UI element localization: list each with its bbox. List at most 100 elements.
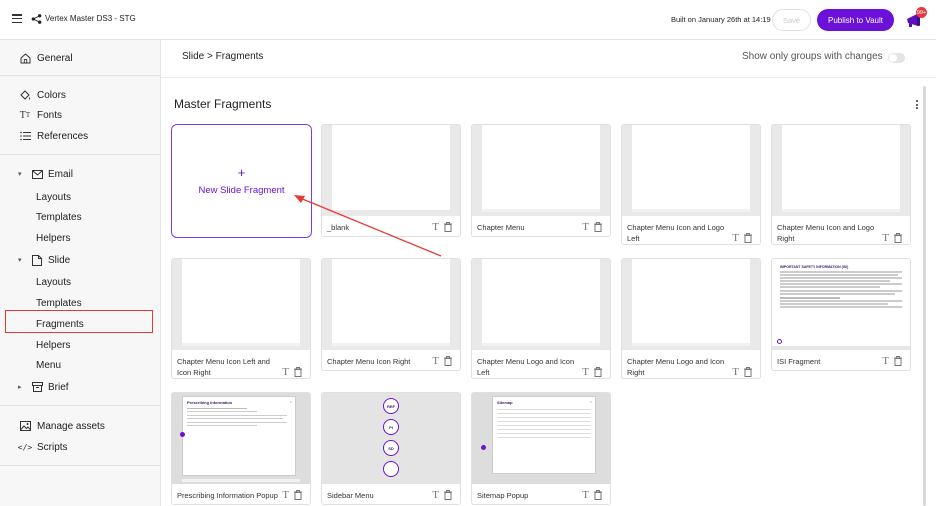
text-t-icon[interactable]: T — [432, 221, 439, 233]
list-icon — [18, 131, 32, 141]
sidebar-item-email[interactable]: ▾ Email — [0, 164, 161, 184]
sidebar-item-slide-layouts[interactable]: Layouts — [36, 272, 71, 292]
sidebar-item-label: General — [37, 52, 73, 64]
fragment-thumbnail — [322, 125, 460, 216]
fragment-thumbnail — [472, 259, 610, 350]
fragment-card[interactable]: Chapter Menu Icon Right T — [321, 258, 461, 371]
new-slide-fragment-button[interactable]: + New Slide Fragment — [171, 124, 312, 238]
fragment-card[interactable]: Chapter Menu Icon Left and Icon Right T — [171, 258, 311, 379]
header-divider — [161, 77, 936, 78]
notification-badge: 99+ — [916, 7, 927, 18]
fragment-thumbnail: Prescribing information × — [172, 393, 310, 484]
publish-button[interactable]: Publish to Vault — [817, 9, 894, 31]
sidebar-item-references[interactable]: References — [0, 126, 161, 146]
chevron-down-icon[interactable]: ▾ — [18, 170, 26, 178]
hamburger-icon[interactable] — [12, 14, 22, 24]
sidebar-item-email-helpers[interactable]: Helpers — [36, 228, 70, 248]
sidebar-item-general[interactable]: General — [0, 48, 161, 68]
sidebar-item-label: References — [37, 130, 89, 142]
text-t-icon[interactable]: T — [582, 366, 589, 378]
fragment-thumbnail: IMPORTANT SAFETY INFORMATION (ISI) — [772, 259, 910, 350]
fragment-card[interactable]: Prescribing information × Prescribing In… — [171, 392, 311, 505]
code-icon: </> — [17, 442, 33, 452]
text-t-icon[interactable]: T — [582, 489, 589, 501]
text-t-icon[interactable]: T — [432, 489, 439, 501]
trash-icon[interactable] — [444, 356, 452, 366]
fragment-thumbnail — [322, 259, 460, 350]
chevron-down-icon[interactable]: ▾ — [18, 256, 26, 264]
trash-icon[interactable] — [894, 233, 902, 243]
fragment-card[interactable]: _blank T — [321, 124, 461, 237]
fragment-name: ISI Fragment — [777, 357, 821, 366]
fragment-name: Sidebar Menu — [327, 491, 374, 500]
changes-toggle-label: Show only groups with changes — [742, 51, 883, 62]
trash-icon[interactable] — [894, 356, 902, 366]
sidebar-item-colors[interactable]: Colors — [0, 85, 161, 105]
sidebar-item-manage-assets[interactable]: Manage assets — [0, 416, 161, 436]
sidebar-item-fonts[interactable]: TT Fonts — [0, 105, 161, 125]
fragment-card[interactable]: Chapter Menu T — [471, 124, 611, 237]
scrollbar[interactable] — [923, 86, 926, 506]
fragment-name: _blank — [327, 223, 350, 232]
fragment-card[interactable]: Chapter Menu Icon and Logo Right T — [771, 124, 911, 245]
sidebar-item-email-layouts[interactable]: Layouts — [36, 187, 71, 207]
trash-icon[interactable] — [294, 367, 302, 377]
text-t-icon[interactable]: T — [882, 355, 889, 367]
notifications-button[interactable]: 99+ — [904, 7, 927, 30]
sidebar-divider — [0, 75, 160, 76]
fragment-card[interactable]: Sitemap × Sitemap Popup T — [471, 392, 611, 505]
text-t-icon[interactable]: T — [732, 232, 739, 244]
more-options-icon[interactable] — [916, 100, 920, 112]
changes-toggle[interactable] — [888, 53, 905, 63]
trash-icon[interactable] — [294, 490, 302, 500]
fragment-name: Sitemap Popup — [477, 491, 529, 500]
trash-icon[interactable] — [594, 367, 602, 377]
trash-icon[interactable] — [444, 222, 452, 232]
trash-icon[interactable] — [744, 233, 752, 243]
trash-icon[interactable] — [444, 490, 452, 500]
text-t-icon[interactable]: T — [732, 366, 739, 378]
new-fragment-label: New Slide Fragment — [198, 185, 285, 196]
text-t-icon[interactable]: T — [282, 366, 289, 378]
text-t-icon[interactable]: T — [282, 489, 289, 501]
sidebar-item-slide-helpers[interactable]: Helpers — [36, 335, 70, 355]
sidebar-item-brief[interactable]: ▸ Brief — [0, 377, 161, 397]
fragment-card[interactable]: REF PI SD Sidebar Menu T — [321, 392, 461, 505]
sidebar-item-label: Slide — [48, 254, 71, 266]
text-t-icon[interactable]: T — [582, 221, 589, 233]
app-title: Vertex Master DS3 - STG — [45, 14, 136, 23]
sidebar-item-scripts[interactable]: </> Scripts — [0, 437, 161, 457]
sidebar: General Colors TT Fonts References ▾ Ema… — [0, 40, 161, 506]
home-icon — [18, 52, 32, 64]
trash-icon[interactable] — [744, 367, 752, 377]
fragment-card[interactable]: Chapter Menu Logo and Icon Right T — [621, 258, 761, 379]
fragment-name: Chapter Menu Icon Left and Icon Right — [177, 357, 270, 377]
fragment-name: Chapter Menu Icon and Logo Left — [627, 223, 725, 243]
sidebar-divider — [0, 405, 160, 406]
sidebar-item-slide[interactable]: ▾ Slide — [0, 250, 161, 270]
sidebar-item-label: Colors — [37, 89, 66, 101]
sitemap-thumb-icon — [383, 461, 399, 477]
trash-icon[interactable] — [594, 490, 602, 500]
fragment-card[interactable]: Chapter Menu Icon and Logo Left T — [621, 124, 761, 245]
text-t-icon[interactable]: T — [432, 355, 439, 367]
sidebar-thumb-sd: SD — [383, 440, 399, 456]
text-size-icon: TT — [19, 109, 31, 121]
top-bar: Vertex Master DS3 - STG Built on January… — [0, 0, 936, 40]
fragment-card[interactable]: Chapter Menu Logo and Icon Left T — [471, 258, 611, 379]
image-icon — [18, 421, 32, 431]
text-t-icon[interactable]: T — [882, 232, 889, 244]
sidebar-item-email-templates[interactable]: Templates — [36, 207, 82, 227]
sidebar-item-slide-menu[interactable]: Menu — [36, 355, 61, 375]
share-icon[interactable] — [31, 13, 42, 25]
fragment-card[interactable]: IMPORTANT SAFETY INFORMATION (ISI) ISI F… — [771, 258, 911, 371]
save-button[interactable]: Save — [772, 9, 811, 31]
mail-icon — [31, 169, 43, 179]
sidebar-item-label: Scripts — [37, 441, 68, 453]
chevron-right-icon[interactable]: ▸ — [18, 383, 26, 391]
fragment-thumbnail: Sitemap × — [472, 393, 610, 484]
trash-icon[interactable] — [594, 222, 602, 232]
fragment-thumbnail — [772, 125, 910, 216]
fragment-thumbnail: REF PI SD — [322, 393, 460, 484]
sidebar-thumb-ref: REF — [383, 398, 399, 414]
